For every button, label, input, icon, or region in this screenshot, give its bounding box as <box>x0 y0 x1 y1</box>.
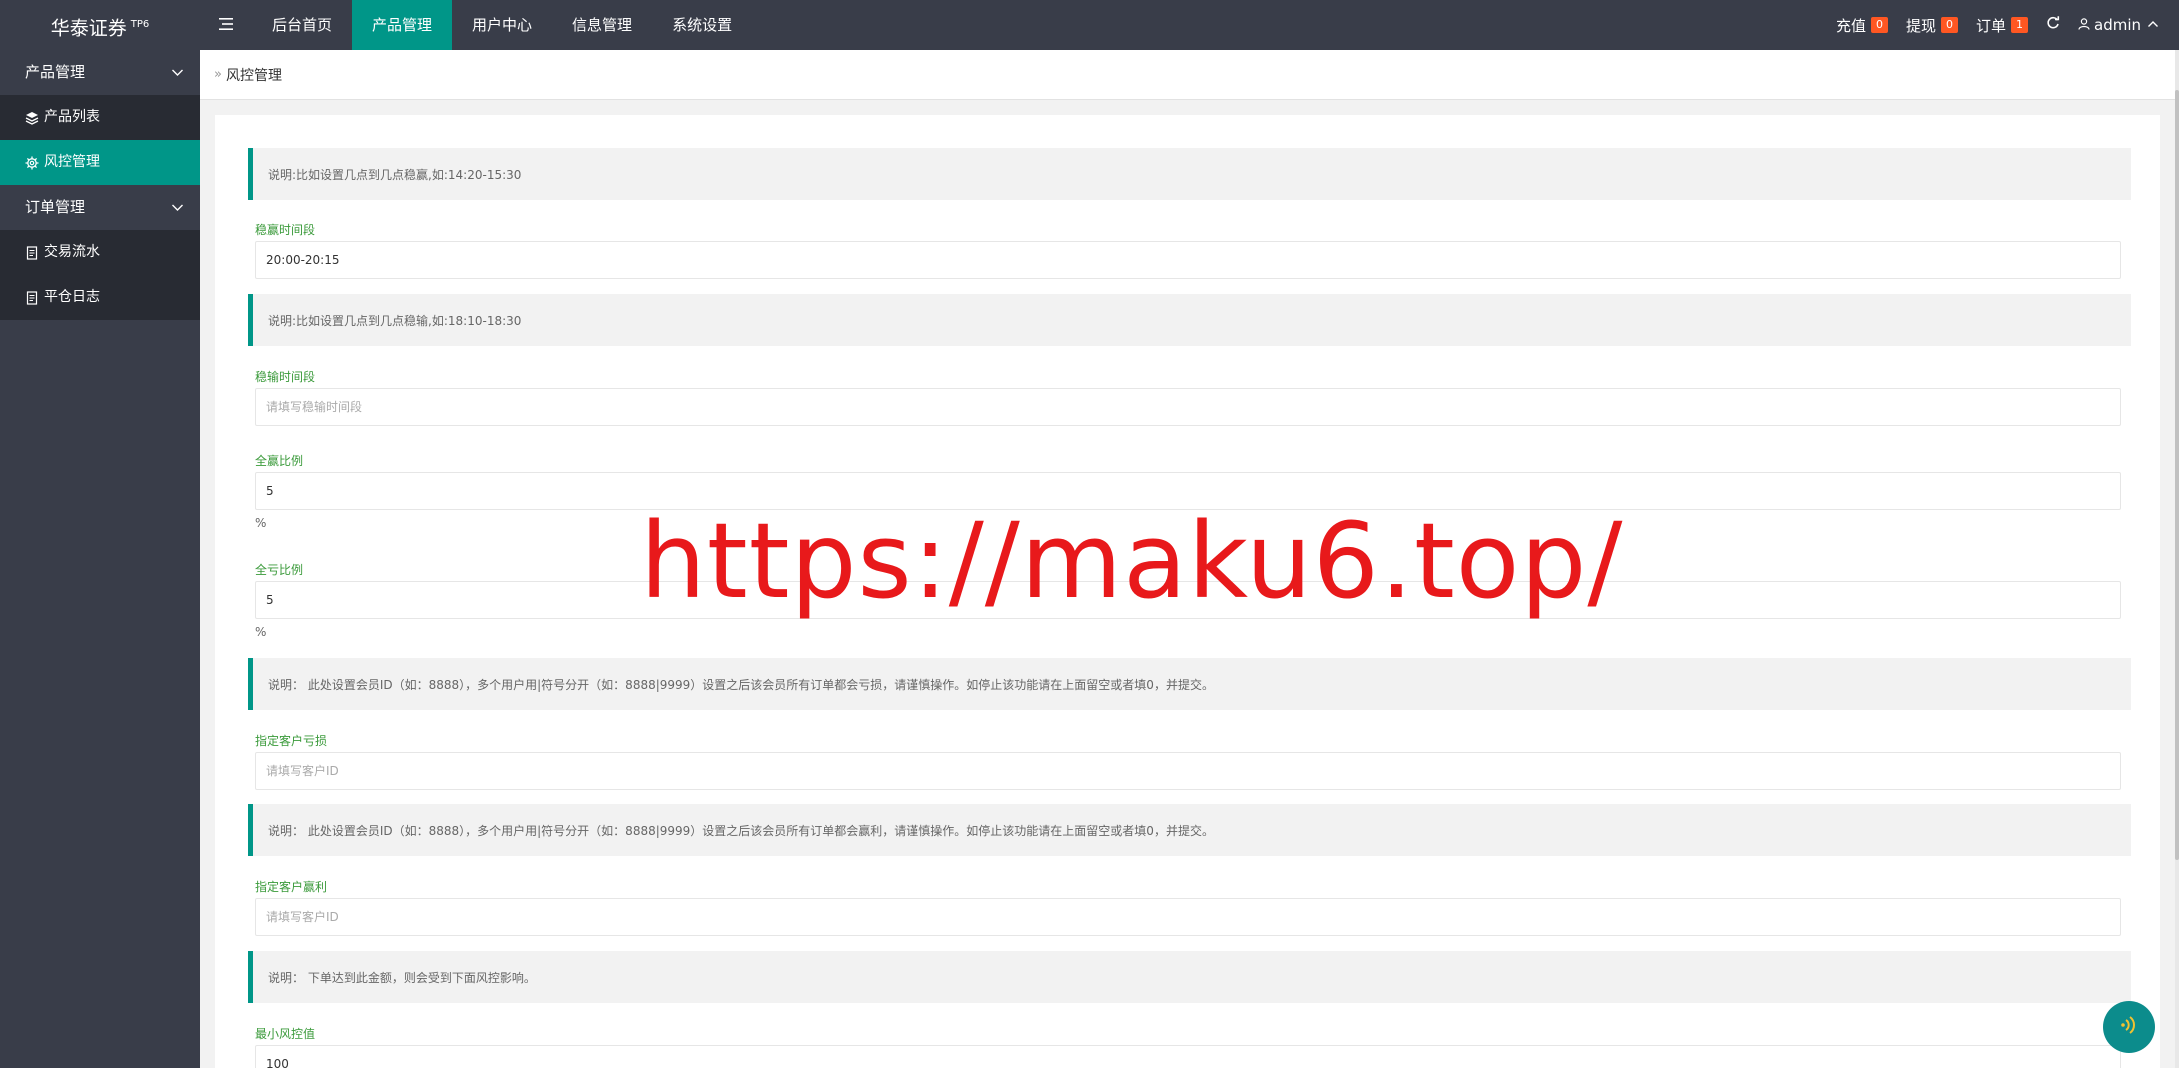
nav-home[interactable]: 后台首页 <box>252 0 352 50</box>
note-win-time: 说明:比如设置几点到几点稳赢,如:14:20-15:30 <box>248 148 2131 200</box>
sidebar-item-risk-control[interactable]: 风控管理 <box>0 140 200 185</box>
brand-tag: TP6 <box>130 19 150 30</box>
loss-ratio-input[interactable] <box>255 581 2121 619</box>
gear-icon <box>25 156 39 170</box>
brand-logo[interactable]: 华泰证券 TP6 <box>0 0 200 50</box>
user-icon <box>2078 16 2094 34</box>
layers-icon <box>25 111 39 125</box>
breadcrumb-separator: » <box>214 67 222 82</box>
loss-ratio-unit: % <box>255 625 267 639</box>
min-risk-input[interactable] <box>255 1045 2121 1068</box>
win-time-label: 稳赢时间段 <box>255 223 316 237</box>
breadcrumb: » 风控管理 <box>200 50 2175 100</box>
withdraw-label: 提现 <box>1905 16 1936 35</box>
note-lose-time: 说明:比如设置几点到几点稳输,如:18:10-18:30 <box>248 294 2131 346</box>
loss-user-label: 指定客户亏损 <box>255 734 328 748</box>
chevron-down-icon <box>172 69 183 76</box>
note-win-user: 说明： 此处设置会员ID（如：8888），多个用户用|符号分开（如：8888|9… <box>248 804 2131 856</box>
sound-float-button[interactable] <box>2103 1001 2155 1053</box>
top-right-tools: 充值 0 提现 0 订单 1 admin <box>1827 0 2179 50</box>
sidebar-item-label: 产品列表 <box>44 109 100 125</box>
nav-users[interactable]: 用户中心 <box>452 0 552 50</box>
sidebar-item-close-log[interactable]: 平仓日志 <box>0 275 200 320</box>
sidebar-group-label: 产品管理 <box>25 63 86 81</box>
risk-control-form: 说明:比如设置几点到几点稳赢,如:14:20-15:30 稳赢时间段 说明:比如… <box>215 115 2160 1068</box>
note-min-risk: 说明： 下单达到此金额，则会受到下面风控影响。 <box>248 951 2131 1003</box>
loss-user-input[interactable] <box>255 752 2121 790</box>
loss-ratio-label: 全亏比例 <box>255 563 304 577</box>
recharge-badge: 0 <box>1870 17 1888 33</box>
menu-lines-icon <box>219 16 233 35</box>
win-ratio-unit: % <box>255 516 267 530</box>
sidebar-item-label: 平仓日志 <box>44 289 100 305</box>
sidebar-item-transactions[interactable]: 交易流水 <box>0 230 200 275</box>
nav-products[interactable]: 产品管理 <box>352 0 453 50</box>
page-scrollbar[interactable] <box>2175 50 2179 1068</box>
order-label: 订单 <box>1975 16 2006 35</box>
chevron-down-icon <box>172 204 183 211</box>
win-time-input[interactable] <box>255 241 2121 279</box>
chevron-up-icon <box>2147 16 2163 34</box>
note-loss-user: 说明： 此处设置会员ID（如：8888），多个用户用|符号分开（如：8888|9… <box>248 658 2131 710</box>
lose-time-label: 稳输时间段 <box>255 370 316 384</box>
win-ratio-input[interactable] <box>255 472 2121 510</box>
document-icon <box>25 245 39 260</box>
win-ratio-label: 全赢比例 <box>255 454 304 468</box>
win-user-input[interactable] <box>255 898 2121 936</box>
brand-name: 华泰证券 <box>50 17 127 40</box>
win-user-label: 指定客户赢利 <box>255 880 328 894</box>
sidebar-group-orders[interactable]: 订单管理 <box>0 185 200 230</box>
refresh-button[interactable] <box>2037 0 2069 50</box>
sound-wave-icon <box>2117 1013 2141 1041</box>
recharge-link[interactable]: 充值 0 <box>1827 0 1897 50</box>
sidebar-group-label: 订单管理 <box>25 198 86 216</box>
document-icon <box>25 290 39 305</box>
sidebar-item-label: 风控管理 <box>44 154 100 170</box>
refresh-icon <box>2046 16 2060 34</box>
order-badge: 1 <box>2011 17 2028 33</box>
nav-settings[interactable]: 系统设置 <box>652 0 752 50</box>
top-bar: 华泰证券 TP6 后台首页 产品管理 用户中心 信息管理 系统设置 充值 0 提现 0… <box>0 0 2179 50</box>
withdraw-link[interactable]: 提现 0 <box>1897 0 1967 50</box>
sidebar-item-product-list[interactable]: 产品列表 <box>0 95 200 140</box>
top-nav: 后台首页 产品管理 用户中心 信息管理 系统设置 <box>252 0 752 50</box>
menu-toggle-button[interactable] <box>200 0 252 50</box>
min-risk-label: 最小风控值 <box>255 1027 316 1041</box>
recharge-label: 充值 <box>1835 16 1866 35</box>
sidebar: 产品管理 产品列表 风控管理 订单管理 交易流水 平仓日志 <box>0 50 200 1068</box>
scrollbar-thumb[interactable] <box>2175 90 2179 860</box>
lose-time-input[interactable] <box>255 388 2121 426</box>
order-link[interactable]: 订单 1 <box>1967 0 2037 50</box>
breadcrumb-current[interactable]: 风控管理 <box>226 65 282 85</box>
sidebar-group-products[interactable]: 产品管理 <box>0 50 200 95</box>
user-menu[interactable]: admin <box>2069 0 2179 50</box>
user-name: admin <box>2094 16 2141 34</box>
nav-info[interactable]: 信息管理 <box>552 0 652 50</box>
withdraw-badge: 0 <box>1940 17 1958 33</box>
sidebar-item-label: 交易流水 <box>44 244 100 260</box>
